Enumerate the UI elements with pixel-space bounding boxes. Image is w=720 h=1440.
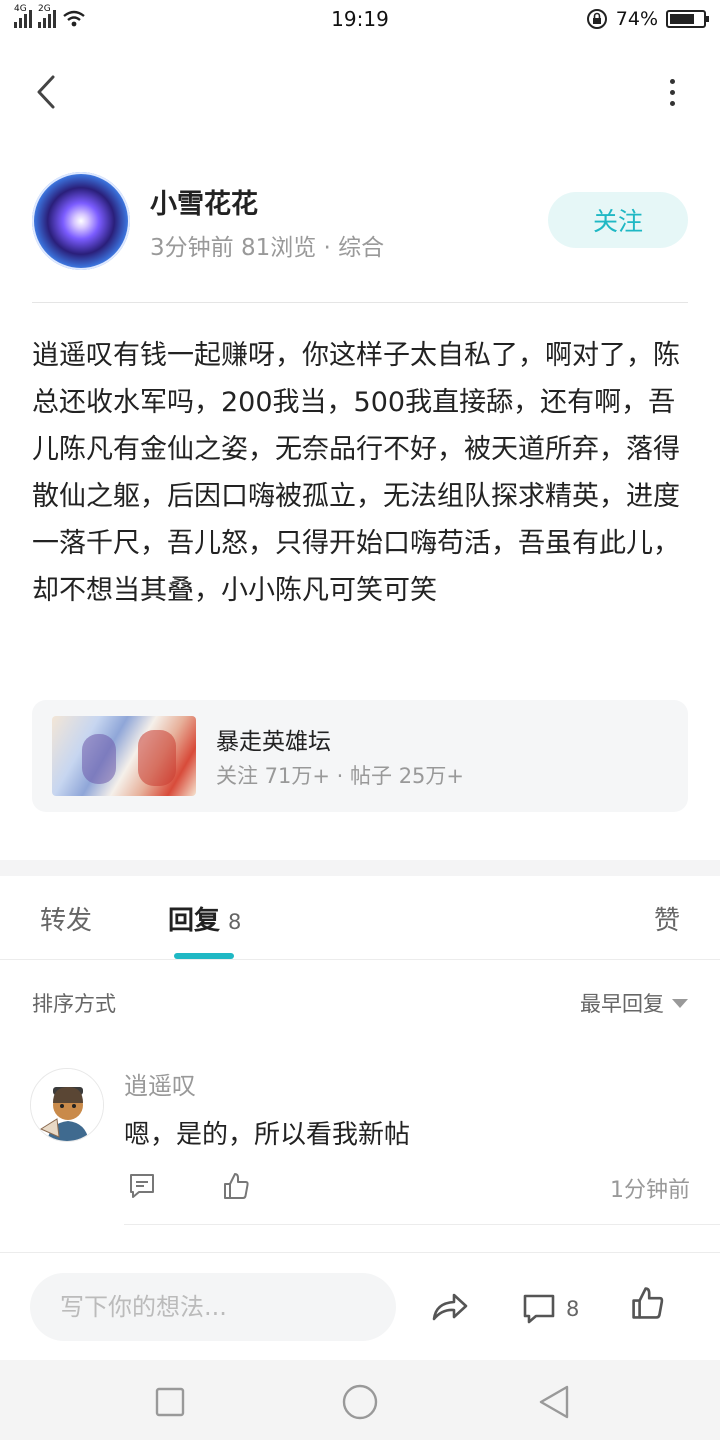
author-avatar[interactable]	[32, 172, 130, 270]
comment-input[interactable]	[30, 1273, 396, 1341]
follow-button[interactable]: 关注	[548, 192, 688, 248]
tab-reply-count: 8	[228, 910, 242, 934]
like-button[interactable]	[630, 1285, 670, 1325]
square-icon	[155, 1387, 185, 1417]
tab-bar: 转发 回复 8 赞	[0, 876, 720, 960]
forum-name: 暴走英雄坛	[216, 729, 331, 755]
tab-reply[interactable]: 回复 8	[168, 900, 241, 937]
commenter-avatar[interactable]	[30, 1068, 104, 1142]
chevron-left-icon	[37, 75, 55, 109]
sort-row: 排序方式 最早回复	[32, 984, 688, 1020]
rotation-lock-icon	[586, 9, 607, 29]
author-name[interactable]: 小雪花花	[150, 182, 258, 221]
comments-button[interactable]: 8	[522, 1289, 579, 1329]
tab-like[interactable]: 赞	[654, 900, 680, 937]
status-bar: 4G 2G 19:19 74%	[0, 0, 720, 38]
commenter-name[interactable]: 逍遥叹	[124, 1066, 196, 1101]
caret-down-icon	[672, 998, 688, 1008]
home-button[interactable]	[340, 1382, 380, 1422]
sort-dropdown[interactable]: 最早回复	[580, 988, 688, 1018]
battery-percent: 74%	[615, 8, 658, 30]
more-button[interactable]	[660, 72, 684, 112]
system-nav-bar	[0, 1360, 720, 1440]
circle-icon	[342, 1384, 378, 1420]
more-vertical-icon	[669, 78, 675, 84]
thumbs-up-icon	[632, 1287, 664, 1319]
system-back-button[interactable]	[534, 1382, 574, 1422]
comment-reply-button[interactable]	[124, 1168, 160, 1204]
comment-text: 嗯，是的，所以看我新帖	[124, 1120, 411, 1150]
post-meta: 3分钟前 81浏览 · 综合	[150, 235, 385, 261]
tab-repost[interactable]: 转发	[40, 900, 92, 937]
bottom-action-bar: 8	[0, 1252, 720, 1360]
section-separator	[0, 860, 720, 876]
forum-card[interactable]: 暴走英雄坛 关注 71万+ · 帖子 25万+	[32, 700, 688, 812]
forum-thumbnail	[52, 716, 196, 796]
tab-reply-label: 回复	[168, 906, 221, 936]
divider	[124, 1224, 720, 1225]
network-type-2: 2G	[38, 4, 51, 14]
battery-fill	[670, 14, 694, 24]
back-button[interactable]	[26, 70, 66, 114]
comment-item: 逍遥叹 嗯，是的，所以看我新帖 1分钟前	[30, 1064, 690, 1224]
share-icon	[432, 1293, 468, 1321]
signal-icon-1: 4G	[14, 4, 32, 28]
top-nav	[0, 50, 720, 134]
status-right: 74%	[586, 8, 709, 30]
network-type-1: 4G	[14, 4, 27, 14]
wifi-icon	[63, 10, 85, 27]
comment-time: 1分钟前	[610, 1178, 690, 1203]
battery-icon	[666, 10, 709, 28]
tab-active-indicator	[174, 953, 234, 959]
divider	[32, 302, 688, 303]
sort-selected: 最早回复	[580, 992, 664, 1016]
sort-label: 排序方式	[32, 992, 116, 1016]
comment-like-button[interactable]	[218, 1168, 254, 1204]
signal-icon-2: 2G	[38, 4, 56, 28]
signal-indicators: 4G 2G	[14, 4, 86, 28]
comment-icon	[523, 1294, 555, 1324]
forum-stats: 关注 71万+ · 帖子 25万+	[216, 764, 465, 788]
thumbs-up-icon	[224, 1173, 249, 1199]
comment-icon	[130, 1174, 154, 1198]
post-body: 逍遥叹有钱一起赚呀，你这样子太自私了，啊对了，陈总还收水军吗，200我当，500…	[32, 340, 680, 606]
recent-apps-button[interactable]	[150, 1382, 190, 1422]
commenter-avatar-image	[31, 1069, 103, 1141]
share-button[interactable]	[430, 1287, 470, 1327]
triangle-back-icon	[539, 1385, 569, 1419]
comment-count: 8	[566, 1297, 580, 1321]
author-header: 小雪花花 3分钟前 81浏览 · 综合 关注	[32, 172, 688, 272]
